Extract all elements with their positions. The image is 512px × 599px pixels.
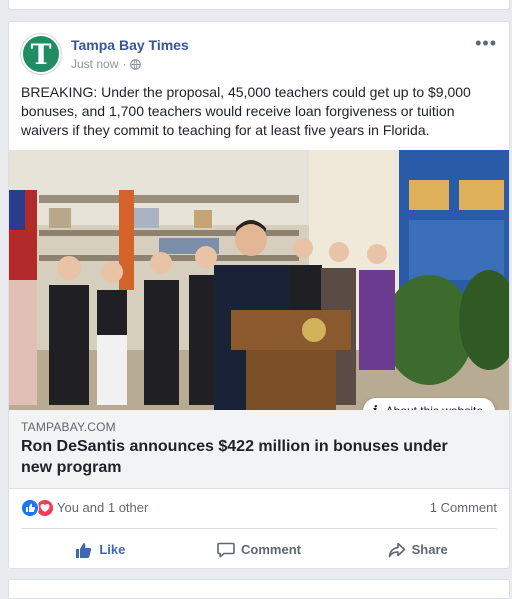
comment-icon bbox=[217, 542, 235, 557]
comment-count[interactable]: 1 Comment bbox=[430, 500, 497, 515]
share-button[interactable]: Share bbox=[338, 529, 497, 570]
previous-post-card bbox=[8, 0, 510, 10]
share-icon bbox=[388, 542, 405, 557]
reaction-icons[interactable] bbox=[21, 499, 55, 517]
page-avatar[interactable]: T bbox=[21, 34, 61, 74]
like-button[interactable]: Like bbox=[21, 529, 180, 570]
link-preview-caption[interactable]: TAMPABAY.COM Ron DeSantis announces $422… bbox=[9, 410, 509, 489]
link-preview-image[interactable] bbox=[9, 150, 509, 410]
page-name-link[interactable]: Tampa Bay Times bbox=[71, 37, 189, 53]
share-label: Share bbox=[411, 542, 448, 557]
comment-label: Comment bbox=[241, 542, 301, 557]
post-timestamp[interactable]: Just now bbox=[71, 57, 118, 71]
link-title[interactable]: Ron DeSantis announces $422 million in b… bbox=[21, 436, 469, 478]
reactions-summary: You and 1 other 1 Comment bbox=[21, 498, 497, 518]
post-header: T Tampa Bay Times Just now · ••• bbox=[21, 34, 497, 74]
more-options-icon[interactable]: ••• bbox=[475, 34, 497, 52]
comment-button[interactable]: Comment bbox=[180, 529, 339, 570]
like-reaction-icon bbox=[21, 499, 39, 517]
post-actions: Like Comment Share bbox=[21, 529, 497, 570]
globe-icon[interactable] bbox=[130, 58, 142, 70]
news-feed-post: T Tampa Bay Times Just now · ••• BREAKIN… bbox=[8, 21, 510, 569]
reaction-count[interactable]: You and 1 other bbox=[57, 500, 148, 515]
thumbs-up-icon bbox=[76, 542, 92, 558]
like-label: Like bbox=[99, 542, 126, 557]
press-conference-photo bbox=[9, 150, 509, 410]
meta-separator: · bbox=[122, 57, 127, 71]
post-text: BREAKING: Under the proposal, 45,000 tea… bbox=[21, 84, 471, 138]
next-post-card bbox=[8, 579, 510, 599]
post-meta: Just now · bbox=[71, 57, 142, 71]
link-domain: TAMPABAY.COM bbox=[21, 420, 116, 434]
